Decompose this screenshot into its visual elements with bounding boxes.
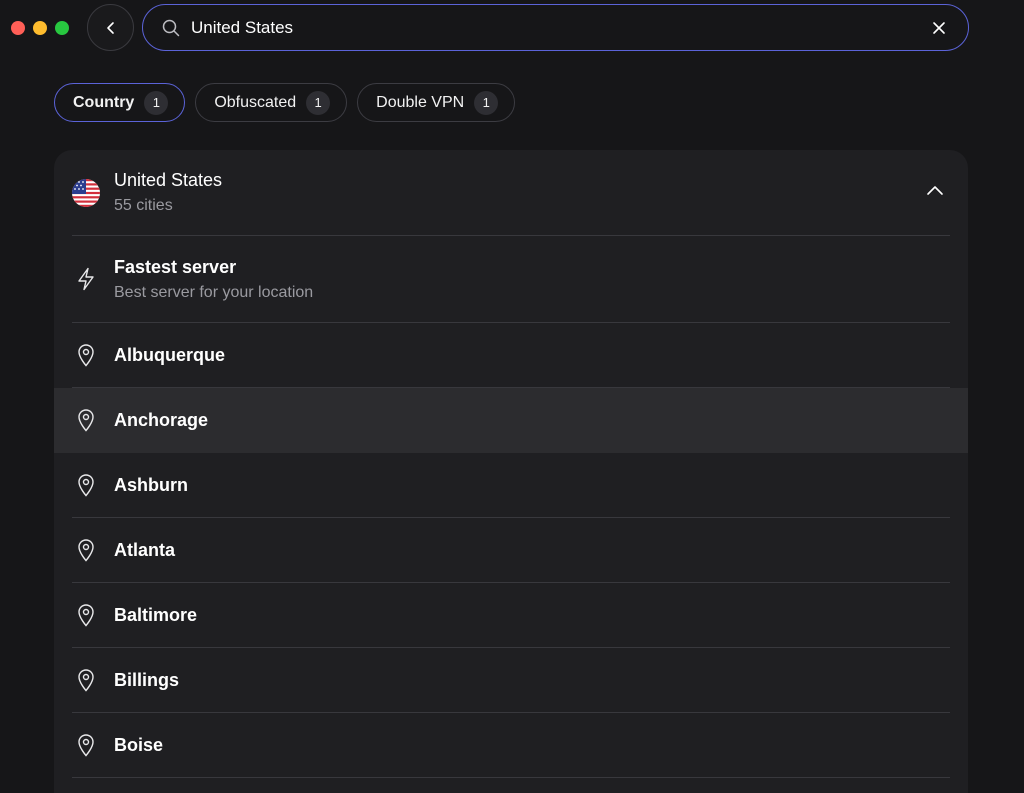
location-pin-icon (72, 536, 100, 564)
filter-chips: Country 1 Obfuscated 1 Double VPN 1 (54, 83, 516, 122)
maximize-window-button[interactable] (55, 21, 69, 35)
filter-chip-obfuscated[interactable]: Obfuscated 1 (195, 83, 348, 122)
city-name: Atlanta (114, 539, 176, 560)
filter-count-badge: 1 (306, 90, 331, 115)
minimize-window-button[interactable] (33, 21, 47, 35)
city-row[interactable]: Billings (54, 648, 968, 713)
filter-chip-country[interactable]: Country 1 (54, 83, 186, 122)
results-panel: United States 55 cities Fastest server B… (54, 150, 968, 793)
filter-chip-label: Obfuscated (214, 93, 297, 111)
location-pin-icon (72, 406, 100, 434)
city-name: Boise (114, 734, 164, 755)
city-name: Billings (114, 669, 180, 690)
city-count: 55 cities (114, 197, 173, 214)
city-name: Albuquerque (114, 344, 225, 365)
filter-count-badge: 1 (144, 90, 169, 115)
lightning-icon (72, 265, 100, 293)
fastest-server-title: Fastest server (114, 256, 237, 277)
back-button[interactable] (87, 4, 134, 51)
close-icon (933, 21, 945, 34)
close-window-button[interactable] (11, 21, 25, 35)
country-name: United States (114, 170, 223, 190)
city-row[interactable]: Boise (54, 713, 968, 778)
search-input[interactable] (191, 17, 928, 38)
city-name: Anchorage (114, 409, 209, 430)
search-icon (161, 18, 181, 38)
clear-search-button[interactable] (928, 17, 950, 39)
country-row-united-states[interactable]: United States 55 cities (72, 150, 950, 236)
location-pin-icon (72, 471, 100, 499)
search-bar (142, 4, 969, 51)
location-pin-icon (72, 666, 100, 694)
location-pin-icon (72, 731, 100, 759)
filter-chip-label: Double VPN (376, 93, 465, 111)
city-row[interactable]: Atlanta (54, 518, 968, 583)
city-row[interactable]: Anchorage (54, 388, 968, 453)
city-row[interactable]: Albuquerque (54, 323, 968, 388)
filter-count-badge: 1 (474, 90, 499, 115)
location-pin-icon (72, 601, 100, 629)
chevron-up-icon[interactable] (926, 182, 944, 200)
app-window: Country 1 Obfuscated 1 Double VPN 1 (0, 0, 1024, 793)
location-pin-icon (72, 341, 100, 369)
city-row[interactable]: Ashburn (54, 453, 968, 518)
us-flag-icon (72, 178, 100, 207)
chevron-left-icon (106, 21, 114, 34)
filter-chip-double-vpn[interactable]: Double VPN 1 (357, 83, 516, 122)
city-name: Ashburn (114, 474, 188, 495)
filter-chip-label: Country (73, 93, 135, 111)
city-row[interactable]: Baltimore (54, 583, 968, 648)
fastest-server-row[interactable]: Fastest server Best server for your loca… (72, 236, 950, 323)
city-name: Baltimore (114, 604, 198, 625)
window-controls (11, 21, 69, 35)
fastest-server-subtitle: Best server for your location (114, 283, 314, 301)
